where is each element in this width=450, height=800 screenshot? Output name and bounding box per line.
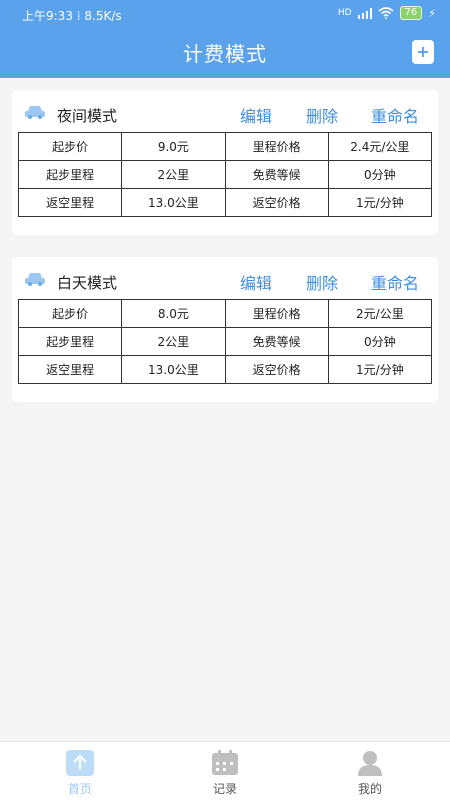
bottom-tab-bar: 首页 记录 我的 [0, 741, 450, 800]
tab-records[interactable]: 记录 [185, 742, 265, 800]
wifi-icon [378, 7, 394, 19]
status-bar: 上午9:33 ⁞ 8.5K/s HD 76 ⚡ [22, 6, 436, 23]
app-header: 上午9:33 ⁞ 8.5K/s HD 76 ⚡ 计费模式 + [0, 0, 450, 78]
mode-card: 白天模式 编辑 删除 重命名 起步价 8.0元 里程价格 2元/公里 起步里程 2公里… [12, 257, 438, 402]
signal-icon [357, 7, 372, 19]
tab-mine-label: 我的 [357, 782, 382, 796]
battery-indicator: 76 [399, 6, 423, 20]
hd-signal-icon: HD [337, 8, 352, 18]
mode-name: 夜间模式 [57, 107, 118, 125]
tab-records-label: 记录 [212, 782, 237, 796]
add-file-icon: + [416, 42, 430, 61]
user-icon [358, 751, 382, 776]
fare-table: 起步价 9.0元 里程价格 2.4元/公里 起步里程 2公里 免费等候 0分钟 返空里程… [17, 132, 433, 217]
car-icon [25, 106, 45, 119]
tab-mine[interactable]: 我的 [330, 742, 410, 800]
edit-button[interactable]: 编辑 [240, 103, 272, 127]
network-speed: 8.5K/s [84, 9, 122, 23]
table-row: 起步价 8.0元 里程价格 2元/公里 [17, 299, 433, 328]
table-row: 返空里程 13.0公里 返空价格 1元/分钟 [17, 355, 433, 384]
page-title: 计费模式 [183, 42, 267, 66]
home-arrow-icon [66, 750, 94, 776]
delete-button[interactable]: 删除 [306, 103, 338, 127]
table-row: 起步价 9.0元 里程价格 2.4元/公里 [17, 132, 433, 161]
calendar-icon [212, 750, 238, 775]
mode-card: 夜间模式 编辑 删除 重命名 起步价 9.0元 里程价格 2.4元/公里 起步里程 2… [12, 90, 438, 235]
tab-home[interactable]: 首页 [40, 742, 120, 800]
status-time: 上午9:33 [22, 9, 73, 23]
delete-button[interactable]: 删除 [306, 270, 338, 294]
car-icon [25, 273, 45, 286]
edit-button[interactable]: 编辑 [240, 270, 272, 294]
rename-button[interactable]: 重命名 [371, 270, 419, 294]
table-row: 起步里程 2公里 免费等候 0分钟 [17, 160, 433, 189]
tab-home-label: 首页 [67, 782, 92, 796]
charging-icon: ⚡ [428, 6, 436, 20]
fare-table: 起步价 8.0元 里程价格 2元/公里 起步里程 2公里 免费等候 0分钟 返空里程 13… [17, 299, 433, 384]
mode-name: 白天模式 [57, 274, 118, 292]
rename-button[interactable]: 重命名 [371, 103, 419, 127]
table-row: 返空里程 13.0公里 返空价格 1元/分钟 [17, 188, 433, 217]
table-row: 起步里程 2公里 免费等候 0分钟 [17, 327, 433, 356]
add-mode-button[interactable]: + [412, 40, 434, 64]
